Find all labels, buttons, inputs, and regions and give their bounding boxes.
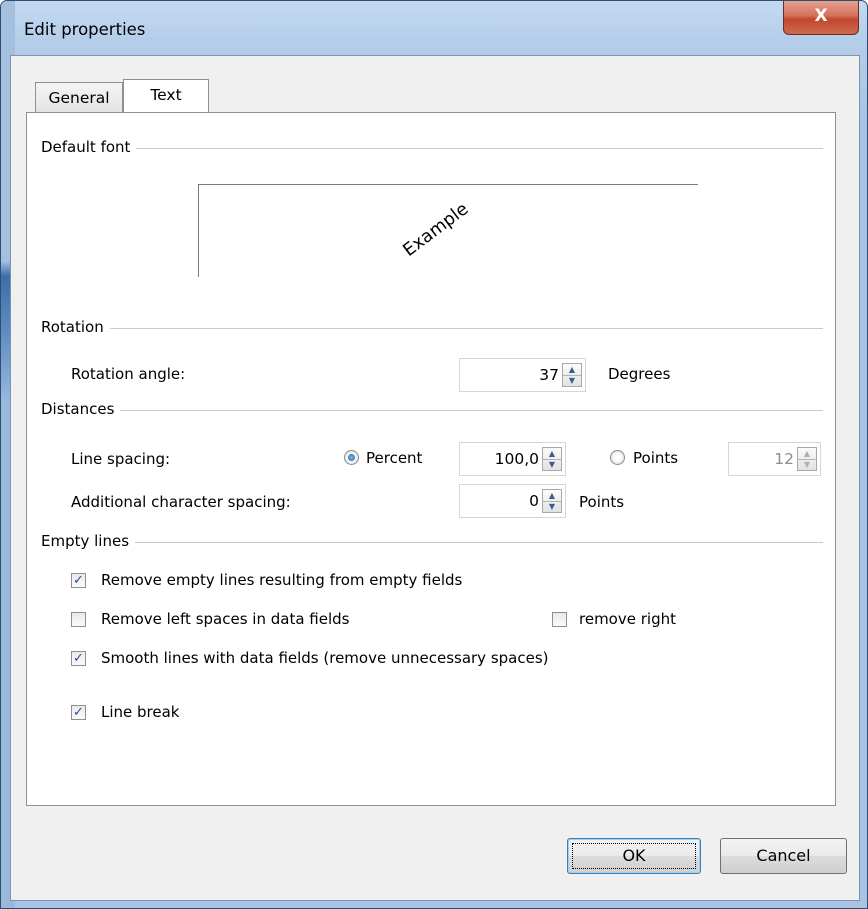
points-value-spinner: 12 ▲ ▼ [728, 442, 821, 476]
points-value: 12 [774, 450, 794, 468]
preview-left-border [198, 184, 199, 277]
ok-focus-rect [572, 843, 696, 869]
window-title: Edit properties [24, 20, 146, 39]
cancel-button[interactable]: Cancel [720, 838, 847, 874]
remove-empty-lines-label[interactable]: Remove empty lines resulting from empty … [101, 571, 462, 589]
rotation-angle-spinner[interactable]: 37 ▲ ▼ [459, 358, 586, 392]
remove-empty-lines-checkbox[interactable]: ✓ [71, 573, 86, 588]
default-font-divider [41, 148, 823, 149]
points-radio[interactable] [610, 450, 625, 465]
char-spacing-label: Additional character spacing: [71, 493, 291, 511]
font-preview-text: Example [399, 199, 473, 261]
font-preview-box[interactable]: Example [198, 184, 699, 278]
char-spacing-spinner[interactable]: 0 ▲ ▼ [459, 484, 566, 518]
preview-top-border [198, 184, 698, 185]
tab-general-label: General [48, 89, 110, 107]
remove-right-checkbox[interactable] [552, 612, 567, 627]
percent-radio-label[interactable]: Percent [366, 449, 422, 467]
smooth-lines-checkbox[interactable]: ✓ [71, 651, 86, 666]
percent-radio[interactable] [344, 450, 359, 465]
spin-down-icon[interactable]: ▼ [543, 501, 561, 512]
distances-group-label: Distances [41, 400, 121, 418]
distances-divider [41, 410, 823, 411]
tab-general[interactable]: General [35, 82, 123, 112]
percent-value-arrows: ▲ ▼ [542, 447, 562, 471]
remove-left-spaces-label[interactable]: Remove left spaces in data fields [101, 610, 349, 628]
points-value-arrows: ▲ ▼ [797, 447, 817, 471]
default-font-group-label: Default font [41, 138, 137, 156]
line-break-checkbox[interactable]: ✓ [71, 705, 86, 720]
spin-down-icon[interactable]: ▼ [563, 375, 581, 386]
remove-right-label[interactable]: remove right [579, 610, 676, 628]
rotation-unit-label: Degrees [608, 365, 671, 383]
dialog-window: Edit properties X General Text Default f… [0, 0, 868, 909]
ok-button[interactable]: OK [567, 838, 701, 874]
rotation-divider [41, 328, 823, 329]
spin-down-icon[interactable]: ▼ [543, 459, 561, 470]
tab-text-label: Text [150, 86, 182, 104]
char-spacing-arrows: ▲ ▼ [542, 489, 562, 513]
points-radio-label[interactable]: Points [633, 449, 678, 467]
percent-value: 100,0 [494, 450, 539, 468]
empty-lines-divider [41, 542, 823, 543]
tab-text[interactable]: Text [123, 79, 209, 112]
line-break-label[interactable]: Line break [101, 703, 180, 721]
percent-value-spinner[interactable]: 100,0 ▲ ▼ [459, 442, 566, 476]
remove-left-spaces-checkbox[interactable] [71, 612, 86, 627]
char-spacing-value: 0 [529, 492, 539, 510]
rotation-group-label: Rotation [41, 318, 110, 336]
rotation-angle-label: Rotation angle: [71, 365, 186, 383]
spin-down-icon: ▼ [803, 460, 811, 469]
rotation-angle-arrows: ▲ ▼ [562, 363, 582, 387]
char-spacing-unit-label: Points [579, 493, 625, 511]
line-spacing-label: Line spacing: [71, 450, 171, 468]
rotation-angle-value: 37 [539, 366, 559, 384]
cancel-button-label: Cancel [756, 846, 811, 865]
empty-lines-group-label: Empty lines [41, 532, 136, 550]
smooth-lines-label[interactable]: Smooth lines with data fields (remove un… [101, 649, 549, 667]
close-button[interactable]: X [783, 1, 859, 35]
